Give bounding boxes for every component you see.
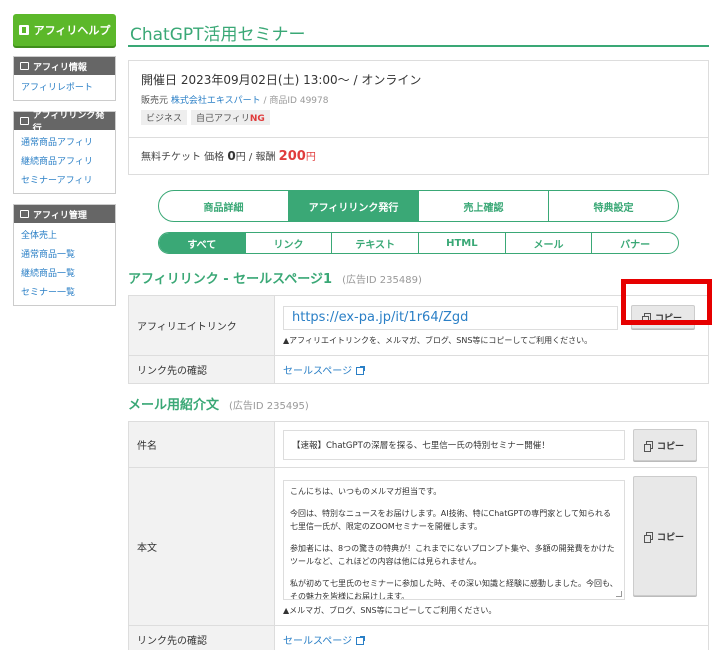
subtab-link[interactable]: リンク (246, 233, 333, 253)
sidebar-section-manage: アフィリ管理 全体売上 通常商品一覧 継続商品一覧 セミナー一覧 (13, 204, 116, 306)
sales-page-link[interactable]: セールスページ (283, 636, 352, 647)
body-paragraph: 今回は、特別なニュースをお届けします。AI技術、特にChatGPTの専門家として… (290, 509, 611, 531)
link-check-label: リンク先の確認 (128, 355, 275, 384)
book-icon (18, 25, 29, 35)
link-icon (20, 117, 29, 125)
copy-subject-button[interactable]: コピー (633, 429, 697, 461)
seller-label: 販売元 (141, 96, 169, 106)
price-value: 0 (227, 149, 236, 163)
main-content: ChatGPT活用セミナー 開催日 2023年09月02日(土) 13:00〜 … (128, 14, 709, 650)
sidebar-section-link-issue: アフィリリンク発行 通常商品アフィリ 継続商品アフィリ セミナーアフィリ (13, 111, 116, 194)
help-button-label: アフィリヘルプ (33, 24, 111, 37)
tag-self-affili-label: 自己アフィリ (196, 114, 250, 124)
megaphone-icon (20, 62, 29, 70)
ticket-label: 無料チケット 価格 (141, 152, 225, 163)
sidebar: アフィリヘルプ アフィリ情報 アフィリレポート アフィリリンク発行 通常商品アフ… (13, 14, 116, 306)
subtab-html[interactable]: HTML (419, 233, 506, 253)
reward-label: / 報酬 (248, 152, 276, 163)
sub-tabs: すべて リンク テキスト HTML メール バナー (158, 232, 679, 254)
sidebar-section-title: アフィリ情報 (33, 62, 87, 73)
copy-icon (643, 532, 653, 543)
document-icon (20, 210, 29, 218)
sidebar-item-continuous-products[interactable]: 継続商品一覧 (14, 265, 115, 284)
product-info-box: 開催日 2023年09月02日(土) 13:00〜 / オンライン 販売元 株式… (128, 60, 709, 175)
section-title: メール用紹介文 (128, 398, 220, 413)
sidebar-section-header: アフィリ管理 (14, 205, 115, 223)
sidebar-item-normal-products[interactable]: 通常商品一覧 (14, 246, 115, 265)
copy-label: コピー (656, 441, 684, 452)
resize-handle[interactable] (616, 590, 622, 597)
sidebar-item-continuous-affili[interactable]: 継続商品アフィリ (14, 153, 115, 172)
sidebar-section-title: アフィリリンク発行 (32, 111, 105, 134)
tab-product-detail[interactable]: 商品詳細 (159, 191, 289, 221)
event-date: 開催日 2023年09月02日(土) 13:00〜 / オンライン (141, 73, 422, 87)
tag-ng-label: NG (249, 114, 265, 124)
body-label: 本文 (128, 467, 275, 626)
body-paragraph: こんにちは、いつものメルマガ担当です。 (290, 486, 442, 496)
sidebar-item-seminar-list[interactable]: セミナー一覧 (14, 284, 115, 303)
sales-page-link[interactable]: セールスページ (283, 366, 352, 377)
subtab-banner[interactable]: バナー (592, 233, 678, 253)
subject-field[interactable]: 【速報】ChatGPTの深層を探る、七里信一氏の特別セミナー開催！ (283, 429, 625, 460)
affiliate-link-label: アフィリエイトリンク (128, 295, 275, 356)
tab-bonus-settings[interactable]: 特典設定 (549, 191, 678, 221)
external-link-icon (356, 636, 366, 645)
subtab-all[interactable]: すべて (159, 233, 246, 253)
tab-sales-check[interactable]: 売上確認 (419, 191, 549, 221)
main-tabs: 商品詳細 アフィリリンク発行 売上確認 特典設定 (158, 190, 679, 222)
ticket-line: 無料チケット 価格 0円 / 報酬 200円 (141, 148, 696, 164)
subtab-mail[interactable]: メール (506, 233, 593, 253)
sidebar-section-header: アフィリリンク発行 (14, 111, 115, 134)
tag-business: ビジネス (141, 110, 188, 125)
product-id: / 商品ID 49978 (263, 96, 329, 106)
page-title: ChatGPT活用セミナー (128, 14, 709, 47)
reward-value: 200 (278, 149, 306, 164)
tag-self-affili: 自己アフィリNG (191, 110, 270, 125)
sidebar-section-title: アフィリ管理 (33, 210, 87, 221)
reward-unit: 円 (305, 152, 316, 163)
copy-icon (643, 441, 653, 452)
sidebar-section-header: アフィリ情報 (14, 57, 115, 75)
seller-link[interactable]: 株式会社エキスパート (171, 96, 261, 106)
sidebar-item-normal-affili[interactable]: 通常商品アフィリ (14, 134, 115, 153)
body-paragraph: 参加者には、8つの驚きの特典が！これまでにないプロンプト集や、多額の開発費をかけ… (290, 544, 615, 566)
body-paragraph: 私が初めて七里氏のセミナーに参加した時、その深い知識と経験に感動しました。今回も… (290, 579, 618, 600)
section-title: アフィリリンク - セールスページ1 (128, 272, 333, 287)
copy-label: コピー (656, 532, 684, 543)
seller-line: 販売元 株式会社エキスパート / 商品ID 49978 (141, 93, 696, 106)
ad-id: (広告ID 235495) (229, 401, 309, 412)
sidebar-section-info: アフィリ情報 アフィリレポート (13, 56, 116, 101)
affiliate-url-field[interactable]: https://ex-pa.jp/it/1r64/Zgd (283, 305, 618, 330)
price-unit: 円 (235, 152, 246, 163)
copy-body-button[interactable]: コピー (633, 476, 697, 596)
tag-list: ビジネス 自己アフィリNG (141, 110, 696, 125)
highlight-frame (621, 279, 712, 325)
external-link-icon (356, 366, 366, 375)
link-check-label: リンク先の確認 (128, 625, 275, 650)
sidebar-item-affili-report[interactable]: アフィリレポート (14, 79, 115, 98)
ad-id: (広告ID 235489) (342, 275, 422, 286)
mail-intro-table: 件名 【速報】ChatGPTの深層を探る、七里信一氏の特別セミナー開催！ コピー… (128, 421, 709, 650)
tab-link-issue[interactable]: アフィリリンク発行 (289, 191, 419, 221)
sidebar-item-seminar-affili[interactable]: セミナーアフィリ (14, 172, 115, 191)
mail-intro-heading: メール用紹介文 (広告ID 235495) (128, 394, 709, 413)
sidebar-item-total-sales[interactable]: 全体売上 (14, 227, 115, 246)
mail-note: ▲メルマガ、ブログ、SNS等にコピーしてご利用ください。 (283, 605, 497, 615)
affili-help-button[interactable]: アフィリヘルプ (13, 14, 116, 46)
body-textarea[interactable]: こんにちは、いつものメルマガ担当です。 今回は、特別なニュースをお届けします。A… (283, 479, 625, 600)
subject-label: 件名 (128, 421, 275, 468)
subtab-text[interactable]: テキスト (332, 233, 420, 253)
affiliate-link-note: ▲アフィリエイトリンクを、メルマガ、ブログ、SNS等にコピーしてご利用ください。 (283, 335, 593, 345)
